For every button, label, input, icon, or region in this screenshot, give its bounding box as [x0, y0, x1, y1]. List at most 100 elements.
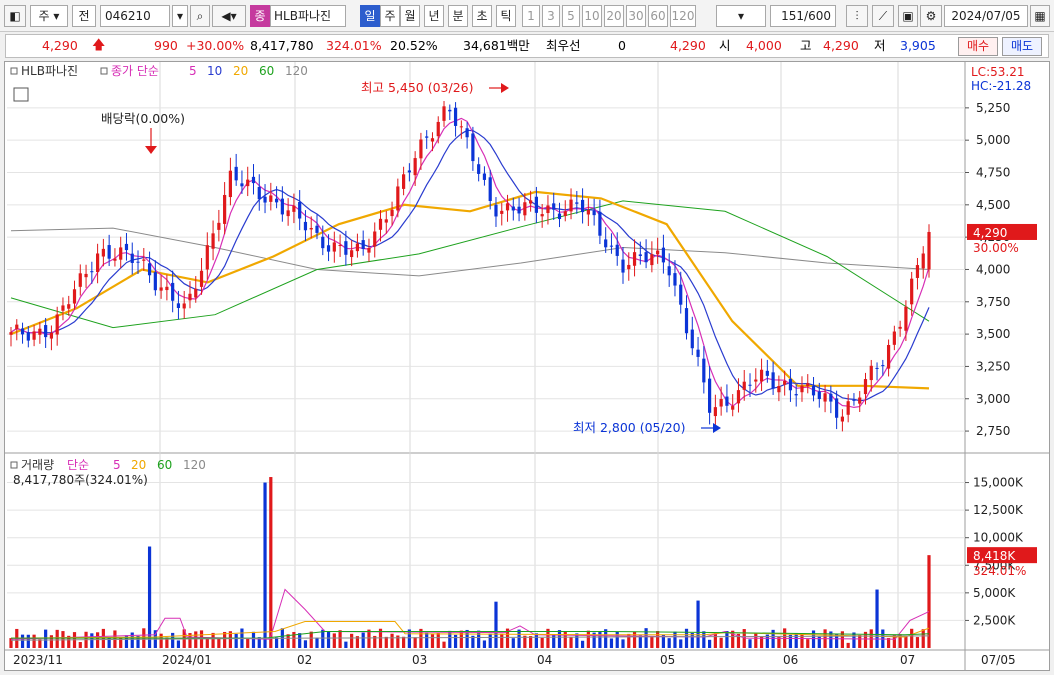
- candle-body: [609, 245, 614, 247]
- volume-bar: [321, 629, 325, 648]
- minute-20[interactable]: 20: [604, 5, 624, 27]
- price-legend-ma: 60: [259, 64, 274, 78]
- stock-name[interactable]: HLB파나진: [270, 5, 346, 27]
- volume-bar: [806, 639, 810, 648]
- market-select[interactable]: 전: [72, 5, 96, 27]
- candle-body: [690, 329, 694, 349]
- candle-body: [465, 128, 469, 138]
- volume-bar: [708, 639, 712, 648]
- chart-area[interactable]: 5,2505,0004,7504,5004,2504,0003,7503,500…: [4, 61, 1050, 671]
- minute-120[interactable]: 120: [670, 5, 696, 27]
- candle-body: [713, 407, 717, 417]
- volume-bar: [147, 546, 152, 648]
- volume-bar: [217, 638, 221, 648]
- candle-body: [667, 266, 671, 276]
- settings-icon[interactable]: ⚙: [920, 5, 942, 27]
- minute-5[interactable]: 5: [562, 5, 580, 27]
- period-일[interactable]: 일: [360, 5, 380, 27]
- candle-body: [719, 399, 723, 407]
- period-주[interactable]: 주: [380, 5, 400, 27]
- search-icon[interactable]: ⌕: [190, 5, 210, 27]
- buy-button[interactable]: 매수: [958, 37, 998, 56]
- candle-body: [702, 358, 706, 383]
- volume-bar: [650, 636, 654, 648]
- candle-body: [257, 186, 261, 200]
- volume-bar: [667, 638, 671, 648]
- minute-3[interactable]: 3: [542, 5, 560, 27]
- price-tick-label: 4,750: [976, 166, 1010, 180]
- x-axis-label: 06: [783, 653, 798, 667]
- volume-bar: [679, 639, 683, 648]
- date-input[interactable]: 2024/07/05: [944, 5, 1028, 27]
- volume-bar: [858, 635, 862, 648]
- minute-30[interactable]: 30: [626, 5, 646, 27]
- save-icon[interactable]: ▣: [898, 5, 918, 27]
- code-dropdown-icon[interactable]: ▾: [172, 5, 188, 27]
- volume-bar: [904, 635, 908, 648]
- minute-10[interactable]: 10: [582, 5, 602, 27]
- candle-body: [910, 278, 914, 305]
- volume-bar: [269, 477, 273, 648]
- candle-body: [419, 139, 423, 159]
- candle-body: [55, 314, 59, 335]
- candle-body: [413, 158, 417, 176]
- calendar-icon[interactable]: ▦: [1030, 5, 1050, 27]
- app-window: ◧ 주 ▾ 전 046210 ▾ ⌕ ◀▾ 종 HLB파나진 ▾ 151/600…: [0, 0, 1054, 675]
- chart-svg[interactable]: 5,2505,0004,7504,5004,2504,0003,7503,500…: [5, 62, 1049, 670]
- volume-legend-ma: 120: [183, 458, 206, 472]
- candle-body: [915, 265, 920, 278]
- volume-bar: [540, 637, 544, 648]
- volume-bar: [846, 642, 850, 648]
- period-월[interactable]: 월: [400, 5, 420, 27]
- candle-body: [44, 325, 48, 338]
- price-tick-label: 3,750: [976, 295, 1010, 309]
- trend-tool-icon[interactable]: ⟋: [872, 5, 894, 27]
- period-초[interactable]: 초: [472, 5, 492, 27]
- period-틱[interactable]: 틱: [496, 5, 516, 27]
- candle-body: [638, 254, 642, 256]
- candle-body: [286, 210, 290, 217]
- candle-body: [274, 198, 279, 203]
- layout-icon[interactable]: ◧: [4, 5, 26, 27]
- candle-body: [673, 273, 677, 286]
- candle-body: [811, 385, 816, 396]
- candle-body: [194, 288, 198, 298]
- minute-1[interactable]: 1: [522, 5, 540, 27]
- candle-body: [292, 205, 296, 212]
- candle-body: [477, 164, 481, 174]
- range-select[interactable]: ▾: [716, 5, 766, 27]
- volume-bar: [609, 638, 614, 648]
- volume-pct: 324.01%: [326, 38, 382, 53]
- code-input[interactable]: 046210: [100, 5, 170, 27]
- candle-body: [875, 367, 879, 369]
- candle-body: [78, 273, 82, 287]
- candle-body: [188, 293, 192, 301]
- volume-bar: [246, 638, 250, 648]
- minute-60[interactable]: 60: [648, 5, 668, 27]
- volume-bar: [644, 628, 648, 648]
- candle-type-icon[interactable]: ⫶: [846, 5, 868, 27]
- speaker-icon[interactable]: ◀▾: [212, 5, 246, 27]
- candle-body: [234, 166, 238, 181]
- period-분[interactable]: 분: [448, 5, 468, 27]
- open-price: 4,000: [746, 38, 782, 53]
- volume-bar: [274, 637, 279, 648]
- candle-body: [863, 379, 868, 395]
- candle-body: [171, 282, 175, 301]
- volume-bar: [621, 639, 625, 648]
- candle-body: [881, 365, 885, 367]
- volume-bar: [748, 639, 752, 648]
- candle-body: [569, 199, 573, 212]
- type-select[interactable]: 주 ▾: [30, 5, 68, 27]
- price-tick-label: 4,000: [976, 262, 1010, 276]
- candle-body: [9, 332, 13, 335]
- candle-body: [534, 196, 538, 213]
- period-년[interactable]: 년: [424, 5, 444, 27]
- sell-button[interactable]: 매도: [1002, 37, 1042, 56]
- candle-body: [436, 121, 440, 137]
- count-input[interactable]: 151/600: [770, 5, 836, 27]
- candle-body: [488, 177, 492, 201]
- price-tick-label: 5,250: [976, 101, 1010, 115]
- volume-bar: [436, 633, 440, 648]
- volume-bar: [673, 631, 677, 648]
